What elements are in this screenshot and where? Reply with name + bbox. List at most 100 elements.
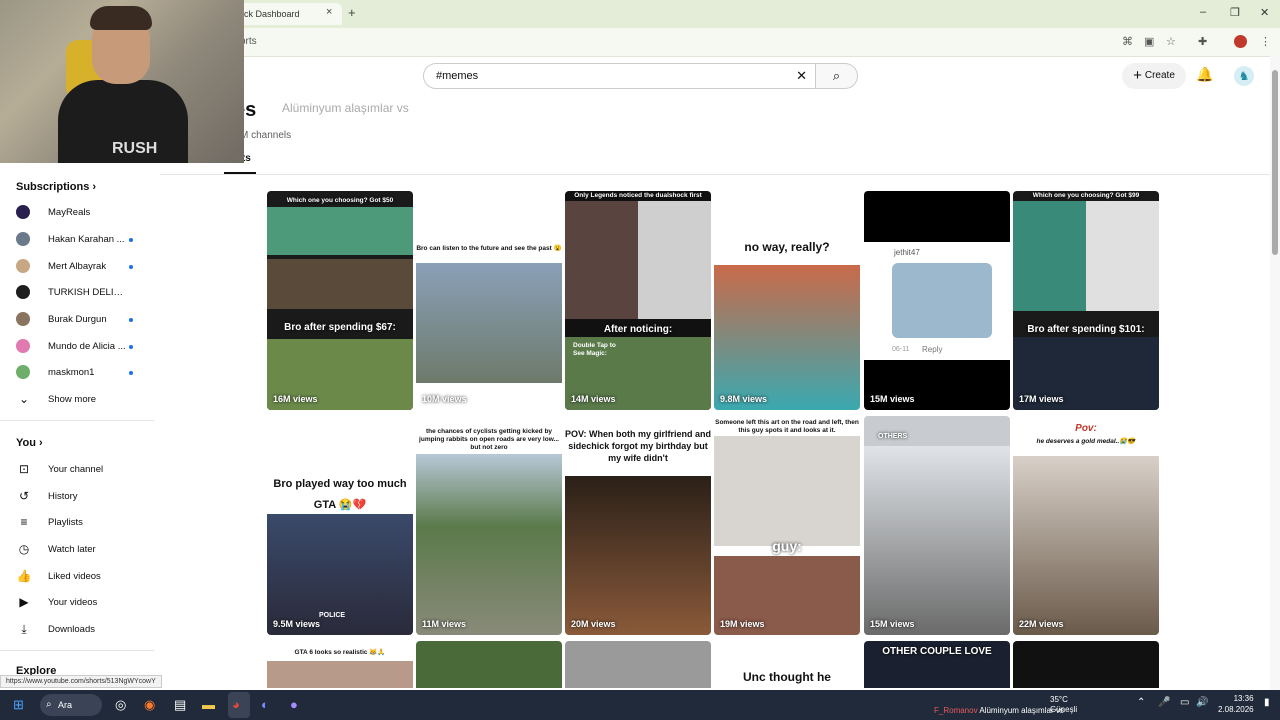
short-thumbnail [267, 661, 413, 688]
scrollbar[interactable] [1270, 56, 1280, 690]
search-input[interactable]: #memes ✕ [423, 63, 816, 89]
sidebar-subscription[interactable]: TURKISH DELIGHT ... [16, 282, 146, 302]
account-avatar[interactable]: ♞ [1234, 66, 1254, 86]
sidebar-item-watch-later[interactable]: ◷ Watch later [16, 539, 146, 559]
chevron-up-icon[interactable]: ⌃ [1137, 697, 1145, 708]
search-icon: ⌕ [832, 68, 841, 83]
sidebar-subscription[interactable]: Hakan Karahan ... [16, 229, 146, 249]
chrome-icon[interactable]: ◕ [232, 697, 240, 712]
file-explorer-icon[interactable]: ▬ [202, 697, 215, 712]
firefox-icon[interactable]: ◉ [144, 697, 155, 713]
app-icon[interactable]: ● [290, 697, 298, 712]
app-icon[interactable]: ▤ [174, 697, 186, 713]
short-card[interactable]: Pov: he deserves a gold medal..😭😎 22M vi… [1013, 416, 1159, 635]
cast-icon[interactable]: ▣ [1144, 35, 1154, 48]
clock-date: 2.08.2026 [1218, 705, 1254, 714]
channel-name: Hakan Karahan ... [48, 234, 125, 245]
sidebar-item-playlists[interactable]: ≡ Playlists [16, 512, 146, 532]
windows-start-icon[interactable]: ⊞ [13, 697, 24, 713]
video-icon: ▶ [19, 595, 29, 609]
notification-icon[interactable]: ▮ [1264, 697, 1270, 708]
sidebar-subscription[interactable]: Mundo de Alicia ... [16, 336, 146, 356]
extensions-icon[interactable]: ✚ [1198, 35, 1207, 48]
thumbs-up-icon: 👍 [16, 569, 32, 583]
sidebar-item-history[interactable]: ↺ History [16, 486, 146, 506]
short-card[interactable]: Which one you choosing? Got $99 Bro afte… [1013, 191, 1159, 410]
create-button[interactable]: + Create [1122, 63, 1186, 89]
pool-image [714, 265, 860, 410]
short-card[interactable]: OTHERS 15M views [864, 416, 1010, 635]
sidebar-item-label: History [48, 491, 78, 502]
you-heading[interactable]: You › [16, 437, 43, 449]
new-content-dot [129, 265, 133, 269]
clear-search-icon[interactable]: ✕ [796, 68, 807, 84]
sidebar-item-downloads[interactable]: ⤓ Downloads [16, 619, 146, 639]
new-tab-button[interactable]: + [348, 5, 356, 20]
short-views: 15M views [870, 394, 915, 404]
minimize-icon[interactable]: – [1200, 6, 1206, 18]
short-card[interactable]: GTA 6 looks so realistic 😹🙏 [267, 641, 413, 688]
translate-icon[interactable]: ⌘ [1122, 35, 1133, 48]
short-card[interactable] [416, 641, 562, 688]
short-card[interactable]: the chances of cyclists getting kicked b… [416, 416, 562, 635]
short-views: 9.8M views [720, 394, 768, 404]
sidebar-subscription[interactable]: Burak Durgun [16, 309, 146, 329]
short-card[interactable]: no way, really? 9.8M views [714, 191, 860, 410]
short-card[interactable]: Bro played way too much GTA 😭💔 POLICE 9.… [267, 416, 413, 635]
sidebar-item-your-channel[interactable]: ⊡ Your channel [16, 459, 146, 479]
window-close-icon[interactable]: ✕ [1260, 6, 1269, 19]
sidebar-item-label: Your videos [48, 597, 98, 608]
short-views: 11M views [422, 619, 467, 629]
channel-name: maskmon1 [48, 367, 95, 378]
microphone-icon[interactable]: 🎤 [1158, 697, 1170, 708]
history-icon: ↺ [18, 489, 30, 503]
short-card[interactable]: jethit47 06-11 Reply 15M views [864, 191, 1010, 410]
short-card[interactable]: POV: When both my girlfriend and sidechi… [565, 416, 711, 635]
bookmark-star-icon[interactable]: ☆ [1166, 35, 1176, 48]
road-image [416, 454, 562, 635]
volume-icon[interactable]: 🔊 [1196, 697, 1208, 708]
sidebar-subscription[interactable]: maskmon1 [16, 362, 146, 382]
short-card[interactable]: OTHER COUPLE LOVE [864, 641, 1010, 688]
show-more-button[interactable]: ⌄ Show more [16, 389, 146, 409]
short-views: 17M views [1019, 394, 1064, 404]
notifications-bell-icon[interactable]: 🔔 [1196, 66, 1213, 83]
short-caption: GTA 6 looks so realistic 😹🙏 [294, 649, 386, 656]
sidebar-item-your-videos[interactable]: ▶ Your videos [16, 592, 146, 612]
sidebar: Subscriptions › MayReals Hakan Karahan .… [0, 175, 160, 690]
webcam-overlay: RUSH [0, 0, 244, 163]
short-card[interactable]: Someone left this art on the road and le… [714, 416, 860, 635]
short-card[interactable]: Which one you choosing? Got $50 Bro afte… [267, 191, 413, 410]
short-card[interactable]: Bro can listen to the future and see the… [416, 191, 562, 410]
taskbar-search[interactable]: ⌕ Ara [40, 694, 102, 716]
tab-close-icon[interactable]: × [326, 6, 332, 18]
discord-icon[interactable]: ◐ [261, 697, 269, 712]
restore-icon[interactable]: ❐ [1230, 6, 1240, 19]
taskbar-search-label: Ara [58, 700, 73, 710]
short-views: 10M views [422, 394, 467, 404]
comment-reply: Reply [922, 345, 943, 354]
short-top-caption: Only Legends noticed the dualshock first [574, 192, 702, 199]
channel-avatar [16, 339, 30, 353]
short-bottom-caption: Double Tap to See Magic: [573, 342, 616, 357]
profile-icon[interactable] [1234, 35, 1247, 48]
sidebar-subscription[interactable]: MayReals [16, 202, 146, 222]
subscriptions-heading[interactable]: Subscriptions › [16, 181, 96, 193]
app-icon[interactable]: ◎ [115, 697, 126, 713]
sidebar-item-liked-videos[interactable]: 👍 Liked videos [16, 566, 146, 586]
clock[interactable]: 13:36 2.08.2026 [1218, 693, 1254, 715]
network-icon[interactable]: ▭ [1180, 697, 1189, 708]
short-card[interactable] [1013, 641, 1159, 688]
cat-image [416, 263, 562, 383]
sidebar-item-label: Watch later [48, 544, 96, 555]
search-query[interactable]: #memes [436, 70, 478, 82]
short-card[interactable]: Only Legends noticed the dualshock first… [565, 191, 711, 410]
battleship-image [892, 263, 992, 338]
short-card[interactable] [565, 641, 711, 688]
channel-avatar [16, 365, 30, 379]
sidebar-subscription[interactable]: Mert Albayrak [16, 256, 146, 276]
scroll-thumb[interactable] [1272, 70, 1278, 255]
browser-menu-icon[interactable]: ⋮ [1260, 35, 1271, 48]
short-card[interactable]: Unc thought he [714, 641, 860, 688]
search-button[interactable]: ⌕ [816, 63, 858, 89]
